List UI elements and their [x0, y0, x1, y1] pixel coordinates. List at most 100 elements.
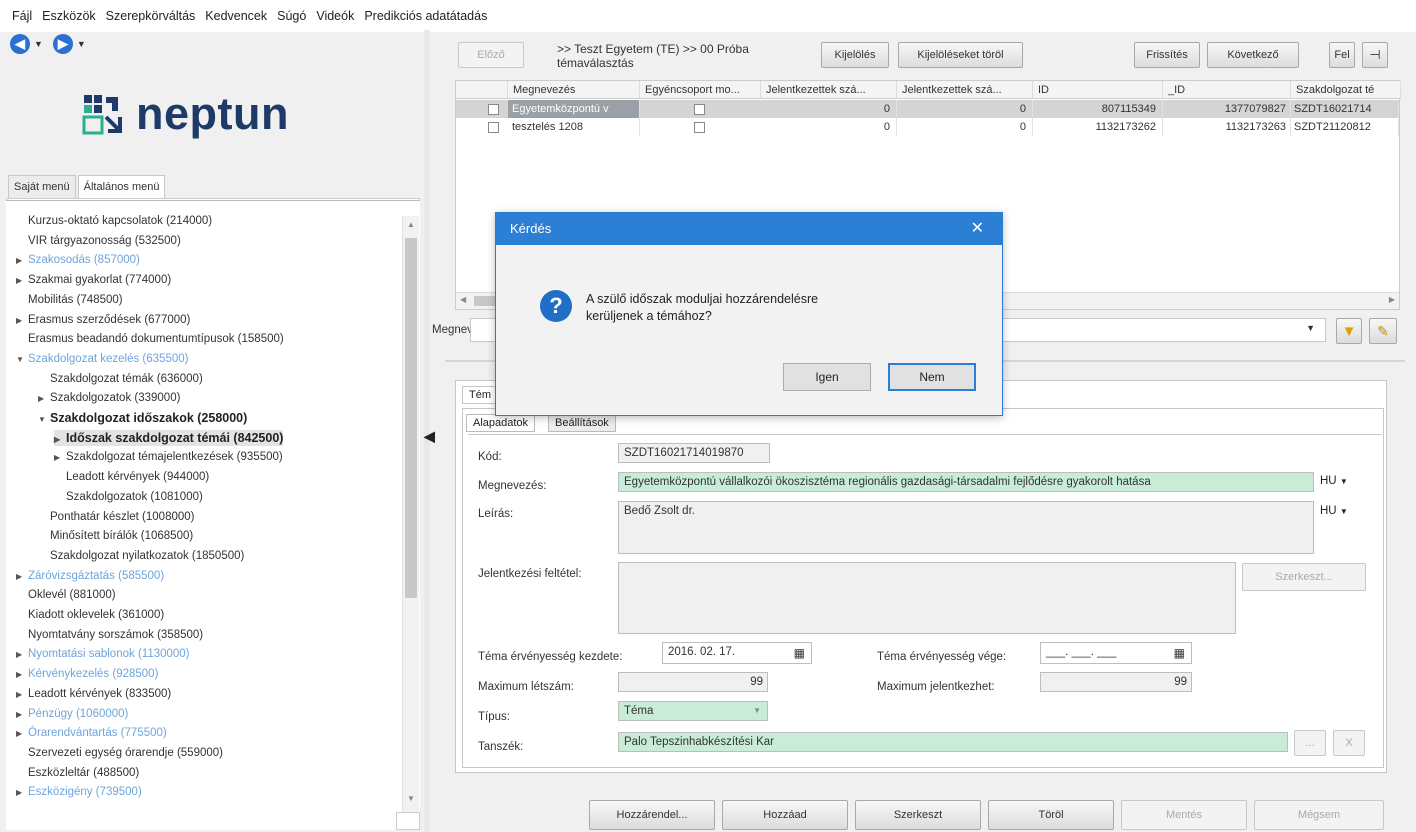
menu-item[interactable]: Predikciós adatátadás: [364, 9, 487, 23]
menu-tree-item[interactable]: Oklevél (881000): [28, 587, 116, 603]
back-dropdown-icon[interactable]: ▼: [34, 39, 43, 49]
expanded-arrow-icon[interactable]: ▼: [38, 412, 50, 428]
next-button[interactable]: Következő: [1207, 42, 1299, 68]
grid-header-select[interactable]: [456, 81, 508, 99]
menu-tree-item[interactable]: VIR tárgyazonosság (532500): [28, 233, 181, 249]
back-icon[interactable]: ◀: [10, 34, 30, 54]
menu-tree-item[interactable]: ▶ Időszak szakdolgozat témái (842500): [54, 429, 284, 448]
tanszek-clear-button[interactable]: X: [1333, 730, 1365, 756]
tab-alapadatok[interactable]: Alapadatok: [466, 414, 536, 432]
collapsed-arrow-icon[interactable]: ▶: [16, 569, 28, 585]
up-button[interactable]: Fel: [1329, 42, 1355, 68]
collapsed-arrow-icon[interactable]: ▶: [16, 687, 28, 703]
calendar-icon[interactable]: ▦: [1174, 644, 1185, 662]
menu-tree-item[interactable]: Kurzus-oktató kapcsolatok (214000): [28, 213, 212, 229]
tree-scrollbar[interactable]: ▲ ▼: [402, 216, 419, 828]
edit-button[interactable]: Szerkeszt: [855, 800, 981, 830]
collapsed-arrow-icon[interactable]: ▶: [16, 707, 28, 723]
menu-tree-item[interactable]: ▶ Pénzügy (1060000): [16, 706, 128, 722]
kod-field[interactable]: SZDT16021714019870: [618, 443, 770, 463]
menu-tree-item[interactable]: Szakdolgozat témák (636000): [50, 371, 203, 387]
feltetel-edit-button[interactable]: Szerkeszt...: [1242, 563, 1366, 591]
menu-tree-item[interactable]: Leadott kérvények (944000): [66, 469, 209, 485]
add-button[interactable]: Hozzáad: [722, 800, 848, 830]
megnevezes-field[interactable]: Egyetemközpontú vállalkozói ökoszisztéma…: [618, 472, 1314, 492]
grid-header-count1[interactable]: Jelentkezettek szá...: [761, 81, 897, 99]
menu-tree-item[interactable]: ▼ Szakdolgozat kezelés (635500): [16, 351, 188, 367]
menu-item[interactable]: Szerepkörváltás: [106, 9, 196, 23]
menu-item[interactable]: Eszközök: [42, 9, 96, 23]
collapsed-arrow-icon[interactable]: ▶: [16, 785, 28, 801]
tipus-select[interactable]: Téma ▼: [618, 701, 768, 721]
tab-beallitasok[interactable]: Beállítások: [548, 414, 616, 432]
collapsed-arrow-icon[interactable]: ▶: [16, 647, 28, 663]
delete-button[interactable]: Töröl: [988, 800, 1114, 830]
grid-header-id[interactable]: ID: [1033, 81, 1163, 99]
tab-topic[interactable]: Tém: [462, 386, 498, 404]
menu-tree-item[interactable]: Ponthatár készlet (1008000): [50, 509, 194, 525]
collapsed-arrow-icon[interactable]: ▶: [16, 273, 28, 289]
pin-icon[interactable]: ⊣: [1362, 42, 1388, 68]
edit-filter-icon[interactable]: ✎: [1369, 318, 1397, 344]
expanded-arrow-icon[interactable]: ▼: [16, 352, 28, 368]
leiras-field[interactable]: Bedő Zsolt dr.: [618, 501, 1314, 554]
forward-dropdown-icon[interactable]: ▼: [77, 39, 86, 49]
menu-item[interactable]: Fájl: [12, 9, 32, 23]
grid-header-code[interactable]: Szakdolgozat té: [1291, 81, 1401, 99]
feltetel-field[interactable]: [618, 562, 1236, 634]
grid-header-group[interactable]: Egyéncsoport mo...: [640, 81, 761, 99]
save-button[interactable]: Mentés: [1121, 800, 1247, 830]
collapsed-arrow-icon[interactable]: ▶: [16, 253, 28, 269]
menu-tree-item[interactable]: ▶ Szakmai gyakorlat (774000): [16, 272, 171, 288]
mark-button[interactable]: Kijelölés: [821, 42, 889, 68]
collapse-arrow-icon[interactable]: ◀: [424, 428, 435, 445]
collapsed-arrow-icon[interactable]: ▶: [54, 450, 66, 466]
vege-date-field[interactable]: ___. ___. ___ ▦: [1040, 642, 1192, 664]
menu-tree-item[interactable]: Szakdolgozat nyilatkozatok (1850500): [50, 548, 244, 564]
lang-select-1[interactable]: HU ▼: [1320, 475, 1348, 487]
grid-header-name[interactable]: Megnevezés: [508, 81, 640, 99]
menu-tree-item[interactable]: Szervezeti egység órarendje (559000): [28, 745, 223, 761]
row-checkbox[interactable]: [488, 104, 499, 115]
menu-tree-item[interactable]: ▶ Szakdolgozatok (339000): [38, 390, 180, 406]
close-icon[interactable]: ✕: [971, 213, 984, 245]
menu-tree-item[interactable]: Eszközleltár (488500): [28, 765, 139, 781]
menu-tree-item[interactable]: Mobilitás (748500): [28, 292, 123, 308]
tab-altalanos-menu[interactable]: Általános menü: [77, 175, 166, 198]
forward-icon[interactable]: ▶: [52, 34, 73, 54]
row-checkbox[interactable]: [488, 122, 499, 133]
grid-header-id2[interactable]: _ID: [1163, 81, 1291, 99]
tree-scroll-thumb[interactable]: [405, 238, 417, 598]
menu-tree-item[interactable]: ▼ Szakdolgozat időszakok (258000): [38, 410, 247, 426]
collapsed-arrow-icon[interactable]: ▶: [16, 313, 28, 329]
menu-tree-item[interactable]: ▶ Nyomtatási sablonok (1130000): [16, 646, 190, 662]
tab-sajat-menu[interactable]: Saját menü: [8, 175, 76, 198]
grid-header-count2[interactable]: Jelentkezettek szá...: [897, 81, 1033, 99]
cancel-button[interactable]: Mégsem: [1254, 800, 1384, 830]
collapsed-arrow-icon[interactable]: ▶: [16, 726, 28, 742]
menu-item[interactable]: Videók: [316, 9, 354, 23]
refresh-button[interactable]: Frissítés: [1134, 42, 1200, 68]
search-dropdown-icon[interactable]: ▼: [1306, 323, 1315, 333]
menu-tree-item[interactable]: Minősített bírálók (1068500): [50, 528, 193, 544]
unmark-all-button[interactable]: Kijelöléseket töröl: [898, 42, 1023, 68]
menu-tree-item[interactable]: ▶ Szakosodás (857000): [16, 252, 140, 268]
menu-tree-item[interactable]: ▶ Eszközigény (739500): [16, 784, 142, 800]
max-field[interactable]: 99: [618, 672, 768, 692]
menu-tree-item[interactable]: ▶ Kérvénykezelés (928500): [16, 666, 158, 682]
menu-tree-item[interactable]: Nyomtatvány sorszámok (358500): [28, 627, 203, 643]
collapsed-arrow-icon[interactable]: ▶: [16, 667, 28, 683]
maxj-field[interactable]: 99: [1040, 672, 1192, 692]
menu-tree-item[interactable]: ▶ Záróvizsgáztatás (585500): [16, 568, 164, 584]
tanszek-field[interactable]: Palo Tepszinhabkészítési Kar: [618, 732, 1288, 752]
menu-tree-item[interactable]: Erasmus beadandó dokumentumtípusok (1585…: [28, 331, 284, 347]
yes-button[interactable]: Igen: [783, 363, 871, 391]
filter-icon[interactable]: ▼: [1336, 318, 1362, 344]
row-group-checkbox[interactable]: [694, 104, 705, 115]
row-group-checkbox[interactable]: [694, 122, 705, 133]
menu-item[interactable]: Súgó: [277, 9, 306, 23]
collapsed-arrow-icon[interactable]: ▶: [54, 432, 66, 448]
menu-item[interactable]: Kedvencek: [205, 9, 267, 23]
collapsed-arrow-icon[interactable]: ▶: [38, 391, 50, 407]
kezdete-date-field[interactable]: 2016. 02. 17. ▦: [662, 642, 812, 664]
